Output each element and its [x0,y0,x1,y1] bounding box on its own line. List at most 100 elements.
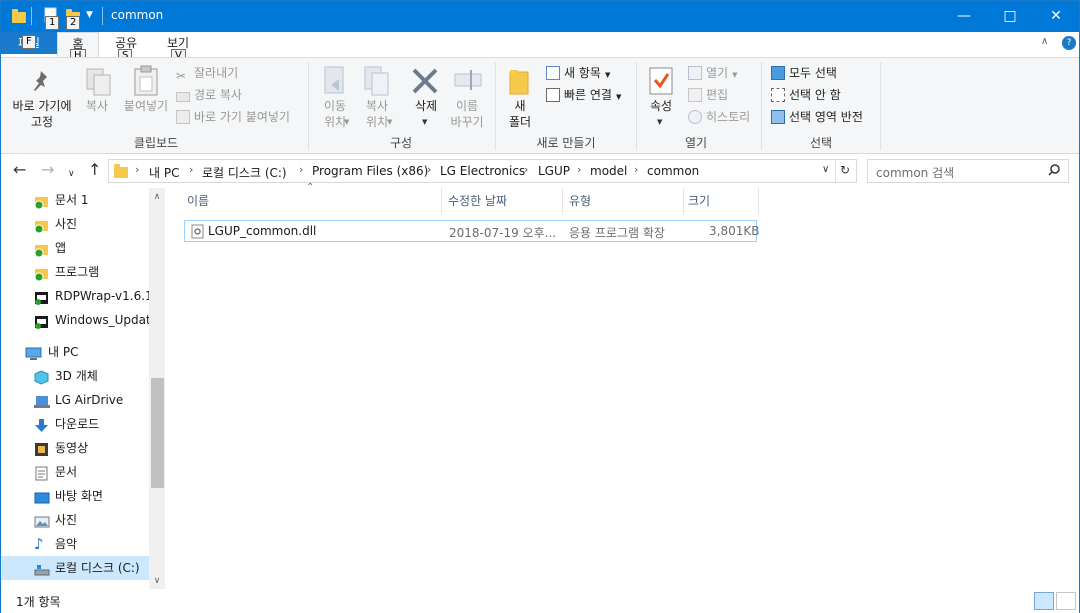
folder-icon [113,163,129,179]
open-icon [688,66,702,80]
minimize-button[interactable]: — [941,1,987,32]
breadcrumb-model[interactable]: model [590,164,627,178]
nav-item-documents[interactable]: 문서 [1,460,149,484]
scroll-up-icon[interactable]: ∧ [149,192,165,202]
search-icon[interactable] [1048,164,1060,179]
select-all-label: 모두 선택 [789,66,837,80]
close-button[interactable]: ✕ [1033,1,1079,32]
nav-item-photos[interactable]: 사진 [1,212,149,236]
breadcrumb-common[interactable]: common [647,164,699,178]
breadcrumb-chevron-icon[interactable]: › [299,163,303,176]
maximize-button[interactable]: □ [987,1,1033,32]
cut-button[interactable]: ✂ 잘라내기 [176,64,238,83]
breadcrumb-lg-electronics[interactable]: LG Electronics [440,164,525,178]
table-row[interactable]: LGUP_common.dll 2018-07-19 오후... 응용 프로그램… [184,220,760,242]
nav-item-label: RDPWrap-v1.6.1 [55,289,149,303]
title-bar: 1 2 ▼ common — □ ✕ [1,1,1079,32]
file-list: ⌃ 이름 수정한 날짜 유형 크기 LGUP_common.dll 2018-0… [171,182,1077,589]
copy-icon [85,67,113,100]
details-view-icon[interactable] [1034,592,1054,610]
history-button[interactable]: 히스토리 [688,108,750,125]
scroll-down-icon[interactable]: ∨ [149,576,165,586]
copy-button[interactable]: 복사 [81,98,113,114]
back-arrow-icon[interactable]: ← [13,162,26,178]
invert-selection-label: 선택 영역 반전 [789,110,863,124]
nav-item-documents-1[interactable]: 문서 1 [1,188,149,212]
nav-scrollbar-thumb[interactable] [151,378,164,488]
column-header-name[interactable]: 이름 [181,188,441,214]
open-button[interactable]: 열기 ▼ [688,64,737,81]
nav-item-desktop[interactable]: 바탕 화면 [1,484,149,508]
nav-item-lg-airdrive[interactable]: LG AirDrive [1,388,149,412]
breadcrumb-lgup[interactable]: LGUP [538,164,570,178]
up-arrow-icon[interactable]: ↑ [88,162,101,178]
nav-item-rdpwrap[interactable]: RDPWrap-v1.6.1 [1,284,149,308]
explorer-window: 1 2 ▼ common — □ ✕ 파일 F 홈 H 공유 S 보기 V ∧ … [0,0,1080,613]
nav-item-this-pc[interactable]: 내 PC [1,340,149,364]
help-icon[interactable]: ? [1062,36,1076,50]
new-folder-button[interactable]: 새 폴더 [503,98,537,130]
select-none-button[interactable]: 선택 안 함 [771,86,841,103]
refresh-icon[interactable]: ↻ [840,163,850,177]
file-size: 3,801KB [709,224,760,238]
nav-item-music[interactable]: ♪ 음악 [1,532,149,556]
rdp-folder-icon [34,313,49,329]
pin-button[interactable]: 바로 가기에 고정 [4,98,80,130]
breadcrumb-chevron-icon[interactable]: › [524,163,528,176]
easy-access-button[interactable]: 빠른 연결 ▼ [546,86,621,103]
nav-item-label: 로컬 디스크 (C:) [55,561,140,575]
breadcrumb-chevron-icon[interactable]: › [135,163,139,176]
address-dropdown-icon[interactable]: ∨ [822,164,829,175]
collapse-ribbon-icon[interactable]: ∧ [1041,36,1048,47]
rename-button[interactable]: 이름 바꾸기 [446,98,488,130]
qat-dropdown-icon[interactable]: ▼ [86,10,93,20]
nav-item-label: Windows_Update_ [55,313,149,327]
new-item-button[interactable]: 새 항목 ▼ [546,64,610,81]
nav-item-downloads[interactable]: 다운로드 [1,412,149,436]
invert-selection-icon [771,110,785,124]
file-modified: 2018-07-19 오후... [449,226,557,240]
column-header-size[interactable]: 크기 [682,188,758,214]
breadcrumb-chevron-icon[interactable]: › [577,163,581,176]
nav-item-local-disk-c[interactable]: 로컬 디스크 (C:) [1,556,149,580]
column-header-type[interactable]: 유형 [563,188,683,214]
nav-item-windows-update[interactable]: Windows_Update_ [1,308,149,332]
nav-item-3d-objects[interactable]: 3D 개체 [1,364,149,388]
drive-icon [34,561,50,576]
breadcrumb-local-disk[interactable]: 로컬 디스크 (C:) [202,164,287,181]
breadcrumb-chevron-icon[interactable]: › [189,163,193,176]
open-label: 열기 [706,66,729,80]
breadcrumb-this-pc[interactable]: 내 PC [149,164,179,181]
nav-item-label: 앱 [55,241,67,255]
select-all-button[interactable]: 모두 선택 [771,64,837,81]
chevron-down-icon: ▼ [344,118,350,126]
recent-locations-icon[interactable]: ∨ [68,166,75,182]
copy-path-button[interactable]: 경로 복사 [176,86,242,103]
nav-item-programs[interactable]: 프로그램 [1,260,149,284]
properties-button[interactable]: 속성 [644,98,678,114]
column-header-modified[interactable]: 수정한 날짜 [442,188,562,214]
nav-item-apps[interactable]: 앱 [1,236,149,260]
folder-sync-icon [34,241,49,258]
forward-arrow-icon[interactable]: → [41,162,54,178]
address-bar[interactable]: › 내 PC › 로컬 디스크 (C:) › Program Files (x8… [108,159,857,183]
invert-selection-button[interactable]: 선택 영역 반전 [771,108,863,125]
copy-path-icon [176,92,190,102]
breadcrumb-chevron-icon[interactable]: › [427,163,431,176]
3d-objects-icon [34,369,49,385]
search-box[interactable]: common 검색 [867,159,1069,183]
delete-button[interactable]: 삭제 [406,98,446,114]
large-icons-view-icon[interactable] [1056,592,1076,610]
nav-item-pictures[interactable]: 사진 [1,508,149,532]
nav-item-videos[interactable]: 동영상 [1,436,149,460]
edit-button[interactable]: 편집 [688,86,728,103]
breadcrumb-chevron-icon[interactable]: › [634,163,638,176]
nav-item-label: 내 PC [48,345,79,359]
paste-shortcut-button[interactable]: 바로 가기 붙여넣기 [176,108,290,125]
paste-button[interactable]: 붙여넣기 [118,98,174,114]
rename-icon [453,68,483,97]
qat-keytip-2: 2 [66,16,81,30]
divider[interactable] [758,188,759,214]
file-type: 응용 프로그램 확장 [569,226,665,240]
breadcrumb-program-files[interactable]: Program Files (x86) [312,164,428,178]
